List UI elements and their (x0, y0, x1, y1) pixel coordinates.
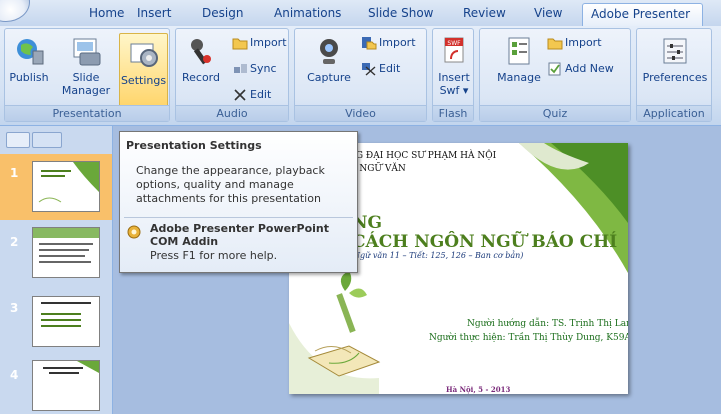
tooltip-divider (124, 217, 353, 218)
audio-edit-button[interactable]: Edit (232, 88, 271, 102)
slide-faculty: A NGỮ VĂN (350, 164, 406, 174)
folder-icon (547, 36, 563, 50)
capture-button[interactable]: Capture (304, 31, 354, 84)
tooltip-description: Change the appearance, playback options,… (136, 164, 325, 205)
scissors-icon (232, 88, 248, 102)
tab-adobe-presenter[interactable]: Adobe Presenter (582, 3, 703, 26)
ribbon: Publish Slide Manager Settings Presentat… (0, 26, 721, 126)
sync-icon (232, 62, 248, 76)
settings-icon (128, 38, 160, 70)
group-application: Preferences Application (636, 28, 712, 122)
publish-button[interactable]: Publish (7, 31, 51, 84)
slide-number: 4 (10, 368, 19, 382)
insert-swf-label-2: Swf ▾ (439, 84, 469, 97)
preferences-button[interactable]: Preferences (639, 31, 711, 84)
video-edit-icon (361, 62, 377, 76)
group-quiz: Manage Import Add New Quiz (479, 28, 631, 122)
manage-label: Manage (497, 71, 541, 84)
video-import-button[interactable]: Import (361, 36, 416, 50)
group-label-application: Application (637, 105, 711, 121)
svg-text:SWF: SWF (447, 40, 461, 47)
capture-label: Capture (307, 71, 351, 84)
slide-date: Hà Nội, 5 - 2013 (446, 385, 511, 394)
group-flash: SWF Insert Swf ▾ Flash (432, 28, 474, 122)
tab-slide-show[interactable]: Slide Show (368, 6, 433, 20)
group-label-quiz: Quiz (480, 105, 630, 121)
slide-number: 3 (10, 301, 19, 315)
publish-label: Publish (9, 71, 49, 84)
tab-animations[interactable]: Animations (274, 6, 341, 20)
slide-teacher: Người hướng dẫn: TS. Trịnh Thị Lan (467, 319, 628, 329)
slide-thumbnail-row[interactable]: 3 (0, 291, 112, 357)
tooltip-addin-name: Adobe Presenter PowerPoint COM Addin (150, 222, 330, 248)
group-audio: Record Import Sync Edit Audio (175, 28, 289, 122)
gear-icon (126, 224, 142, 240)
publish-icon (13, 35, 45, 67)
quiz-manage-icon (503, 35, 535, 67)
settings-button[interactable]: Settings (119, 33, 168, 108)
insert-swf-label-1: Insert (438, 71, 470, 84)
microphone-icon (185, 35, 217, 67)
video-edit-button[interactable]: Edit (361, 62, 400, 76)
slide-thumbnail[interactable] (32, 360, 100, 411)
slide-thumbnail[interactable] (32, 227, 100, 278)
slide-manager-button[interactable]: Slide Manager (57, 31, 115, 97)
record-button[interactable]: Record (180, 31, 222, 84)
tab-insert[interactable]: Insert (137, 6, 171, 20)
folder-icon (232, 36, 248, 50)
outline-tab[interactable] (32, 132, 62, 148)
webcam-icon (313, 35, 345, 67)
slide-thumbnail[interactable] (32, 296, 100, 347)
record-label: Record (181, 71, 220, 84)
insert-swf-button[interactable]: SWF Insert Swf ▾ (435, 31, 473, 97)
video-import-icon (361, 36, 377, 50)
audio-sync-button[interactable]: Sync (232, 62, 277, 76)
slide-school-name: NG ĐẠI HỌC SƯ PHẠM HÀ NỘI (348, 151, 497, 161)
settings-label: Settings (120, 74, 167, 87)
group-label-presentation: Presentation (5, 105, 169, 121)
preferences-label: Preferences (642, 71, 708, 84)
tab-review[interactable]: Review (463, 6, 506, 20)
group-label-flash: Flash (433, 105, 473, 121)
add-quiz-icon (547, 62, 563, 76)
slide-manager-icon (70, 35, 102, 67)
tab-design[interactable]: Design (202, 6, 243, 20)
slide-thumbnail[interactable] (32, 161, 100, 212)
group-label-video: Video (295, 105, 426, 121)
settings-tooltip: Presentation Settings Change the appeara… (119, 131, 358, 273)
tab-view[interactable]: View (534, 6, 562, 20)
slides-panel: 1 2 3 4 (0, 126, 113, 414)
manage-button[interactable]: Manage (494, 31, 544, 84)
tooltip-title: Presentation Settings (126, 139, 262, 152)
quiz-add-new-button[interactable]: Add New (547, 62, 614, 76)
slides-tab[interactable] (6, 132, 30, 148)
slide-number: 2 (10, 235, 19, 249)
group-label-audio: Audio (176, 105, 288, 121)
quiz-import-button[interactable]: Import (547, 36, 602, 50)
tooltip-help-text: Press F1 for more help. (150, 249, 278, 262)
audio-import-button[interactable]: Import (232, 36, 287, 50)
office-button[interactable] (0, 0, 30, 22)
slide-thumbnail-row[interactable]: 4 (0, 358, 112, 414)
slide-subtitle: Ngữ văn 11 – Tiết: 125, 126 – Ban cơ bản… (353, 251, 524, 260)
slide-thumbnail-row[interactable]: 2 (0, 223, 112, 289)
preferences-icon (659, 35, 691, 67)
slide-title-line-2: CÁCH NGÔN NGỮ BÁO CHÍ (352, 232, 618, 252)
slide-thumbnail-row[interactable]: 1 (0, 154, 112, 220)
slide-manager-label-2: Manager (61, 84, 111, 97)
ribbon-tab-strip: Home Insert Design Animations Slide Show… (0, 0, 721, 27)
slide-student: Người thực hiện: Trần Thị Thùy Dung, K59… (429, 333, 628, 343)
group-video: Capture Import Edit Video (294, 28, 427, 122)
tab-home[interactable]: Home (89, 6, 124, 20)
slide-number: 1 (10, 166, 19, 180)
swf-file-icon: SWF (438, 35, 470, 67)
slide-manager-label-1: Slide (72, 71, 100, 84)
group-presentation: Publish Slide Manager Settings Presentat… (4, 28, 170, 122)
